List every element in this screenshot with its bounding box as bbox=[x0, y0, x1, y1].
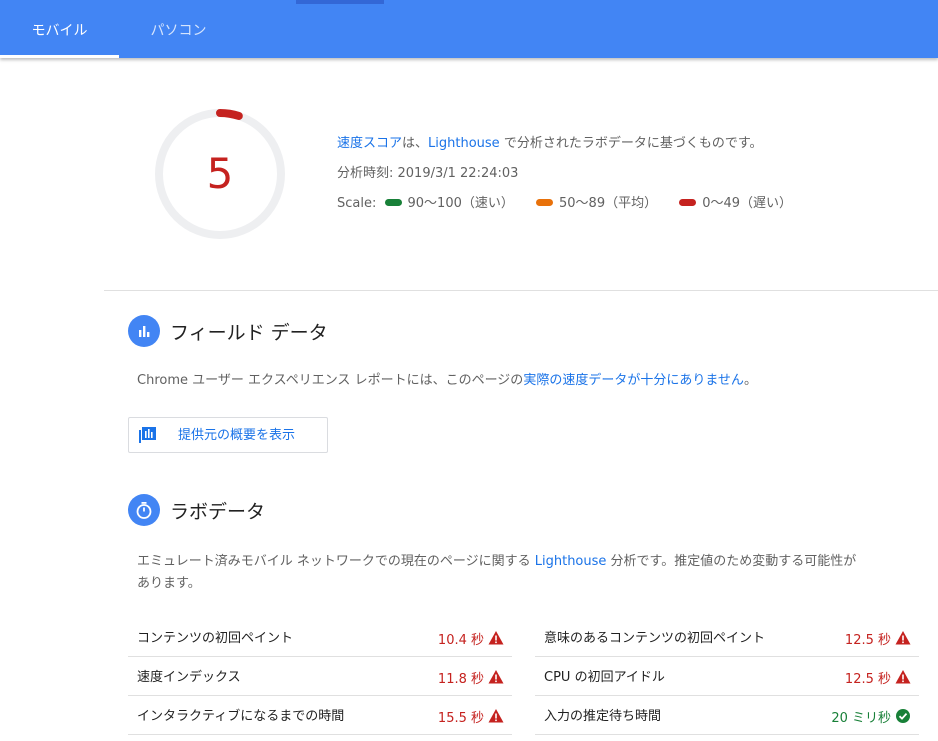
summary-text-tail: で分析されたラボデータに基づくものです。 bbox=[499, 136, 763, 151]
metric-row: インタラクティブになるまでの時間 15.5 秒 bbox=[128, 696, 512, 735]
metric-row: CPU の初回アイドル 12.5 秒 bbox=[535, 657, 919, 696]
field-text: Chrome ユーザー エクスペリエンス レポートには、このページの bbox=[137, 373, 524, 388]
warning-triangle-icon bbox=[895, 670, 911, 684]
metric-label: 意味のあるコンテンツの初回ペイント bbox=[544, 631, 766, 646]
score-summary: 速度スコアは、Lighthouse で分析されたラボデータに基づくものです。 分… bbox=[337, 134, 806, 224]
metric-label: CPU の初回アイドル bbox=[544, 670, 665, 685]
lab-lighthouse-link[interactable]: Lighthouse bbox=[535, 554, 607, 569]
fast-pill-icon bbox=[384, 199, 402, 206]
metric-row: 意味のあるコンテンツの初回ペイント 12.5 秒 bbox=[535, 618, 919, 657]
metric-label: インタラクティブになるまでの時間 bbox=[137, 709, 345, 724]
performance-score: 5 bbox=[206, 149, 234, 198]
score-gauge: 5 bbox=[152, 106, 288, 242]
warning-triangle-icon bbox=[488, 631, 504, 645]
metric-value: 20 ミリ秒 bbox=[831, 711, 891, 726]
metric-value: 10.4 秒 bbox=[437, 633, 484, 648]
lab-text-suffix: 分析です。推定値のため変動する可能性が bbox=[606, 554, 857, 569]
field-data-title: フィールド データ bbox=[170, 322, 328, 344]
scale-label: Scale: bbox=[337, 196, 377, 211]
scale-average: 50〜89（平均） bbox=[532, 194, 657, 214]
lab-data-description: エミュレート済みモバイル ネットワークでの現在のページに関する Lighthou… bbox=[137, 551, 917, 595]
tab-mobile[interactable]: モバイル bbox=[0, 0, 119, 58]
warning-triangle-icon bbox=[488, 709, 504, 723]
metric-value: 12.5 秒 bbox=[844, 672, 891, 687]
summary-text: は、 bbox=[402, 136, 429, 151]
scale-fast: 90〜100（速い） bbox=[381, 194, 514, 214]
lab-data-title: ラボデータ bbox=[170, 501, 266, 523]
metric-label: 入力の推定待ち時間 bbox=[544, 709, 662, 724]
lab-text: エミュレート済みモバイル ネットワークでの現在のページに関する bbox=[137, 554, 535, 569]
tab-desktop[interactable]: パソコン bbox=[119, 0, 238, 58]
metrics-right-column: 意味のあるコンテンツの初回ペイント 12.5 秒 CPU の初回アイドル 12.… bbox=[535, 618, 919, 735]
average-pill-icon bbox=[536, 199, 553, 206]
timestamp: 2019/3/1 22:24:03 bbox=[397, 166, 519, 181]
metric-value: 11.8 秒 bbox=[437, 672, 484, 687]
lighthouse-link[interactable]: Lighthouse bbox=[428, 136, 500, 151]
metric-label: コンテンツの初回ペイント bbox=[137, 631, 294, 646]
timestamp-label: 分析時刻: bbox=[337, 166, 398, 181]
field-text-suffix: 。 bbox=[743, 373, 757, 388]
scale-slow-label: 0〜49（遅い） bbox=[702, 196, 793, 211]
show-origin-summary-button[interactable]: 提供元の概要を表示 bbox=[128, 417, 328, 453]
metric-row: 速度インデックス 11.8 秒 bbox=[128, 657, 512, 696]
warning-triangle-icon bbox=[895, 631, 911, 645]
scale-slow: 0〜49（遅い） bbox=[675, 194, 792, 214]
check-circle-icon bbox=[896, 709, 910, 723]
section-divider bbox=[104, 290, 938, 291]
origin-summary-icon bbox=[139, 427, 157, 447]
field-data-description: Chrome ユーザー エクスペリエンス レポートには、このページの実際の速度デ… bbox=[137, 370, 757, 392]
metrics-left-column: コンテンツの初回ペイント 10.4 秒 速度インデックス 11.8 秒 インタラ… bbox=[128, 618, 512, 735]
scale-fast-label: 90〜100（速い） bbox=[407, 196, 514, 211]
bar-chart-icon bbox=[128, 315, 160, 347]
lab-text-line2: あります。 bbox=[137, 576, 201, 591]
speed-score-link[interactable]: 速度スコア bbox=[337, 136, 402, 151]
top-progress-indicator bbox=[296, 0, 384, 4]
score-scale: Scale: 90〜100（速い） 50〜89（平均） 0〜49（遅い） bbox=[337, 194, 806, 224]
scale-average-label: 50〜89（平均） bbox=[559, 196, 658, 211]
metric-value: 12.5 秒 bbox=[844, 633, 891, 648]
metric-row: 入力の推定待ち時間 20 ミリ秒 bbox=[535, 696, 919, 735]
top-tab-bar: モバイル パソコン bbox=[0, 0, 938, 58]
metric-label: 速度インデックス bbox=[137, 670, 241, 685]
metric-value: 15.5 秒 bbox=[437, 711, 484, 726]
insufficient-data-link[interactable]: 実際の速度データが十分にありません bbox=[523, 373, 744, 388]
slow-pill-icon bbox=[679, 199, 697, 206]
stopwatch-icon bbox=[128, 494, 160, 526]
metric-row: コンテンツの初回ペイント 10.4 秒 bbox=[128, 618, 512, 657]
active-tab-indicator bbox=[0, 55, 119, 58]
warning-triangle-icon bbox=[488, 670, 504, 684]
show-origin-summary-label: 提供元の概要を表示 bbox=[178, 428, 296, 443]
